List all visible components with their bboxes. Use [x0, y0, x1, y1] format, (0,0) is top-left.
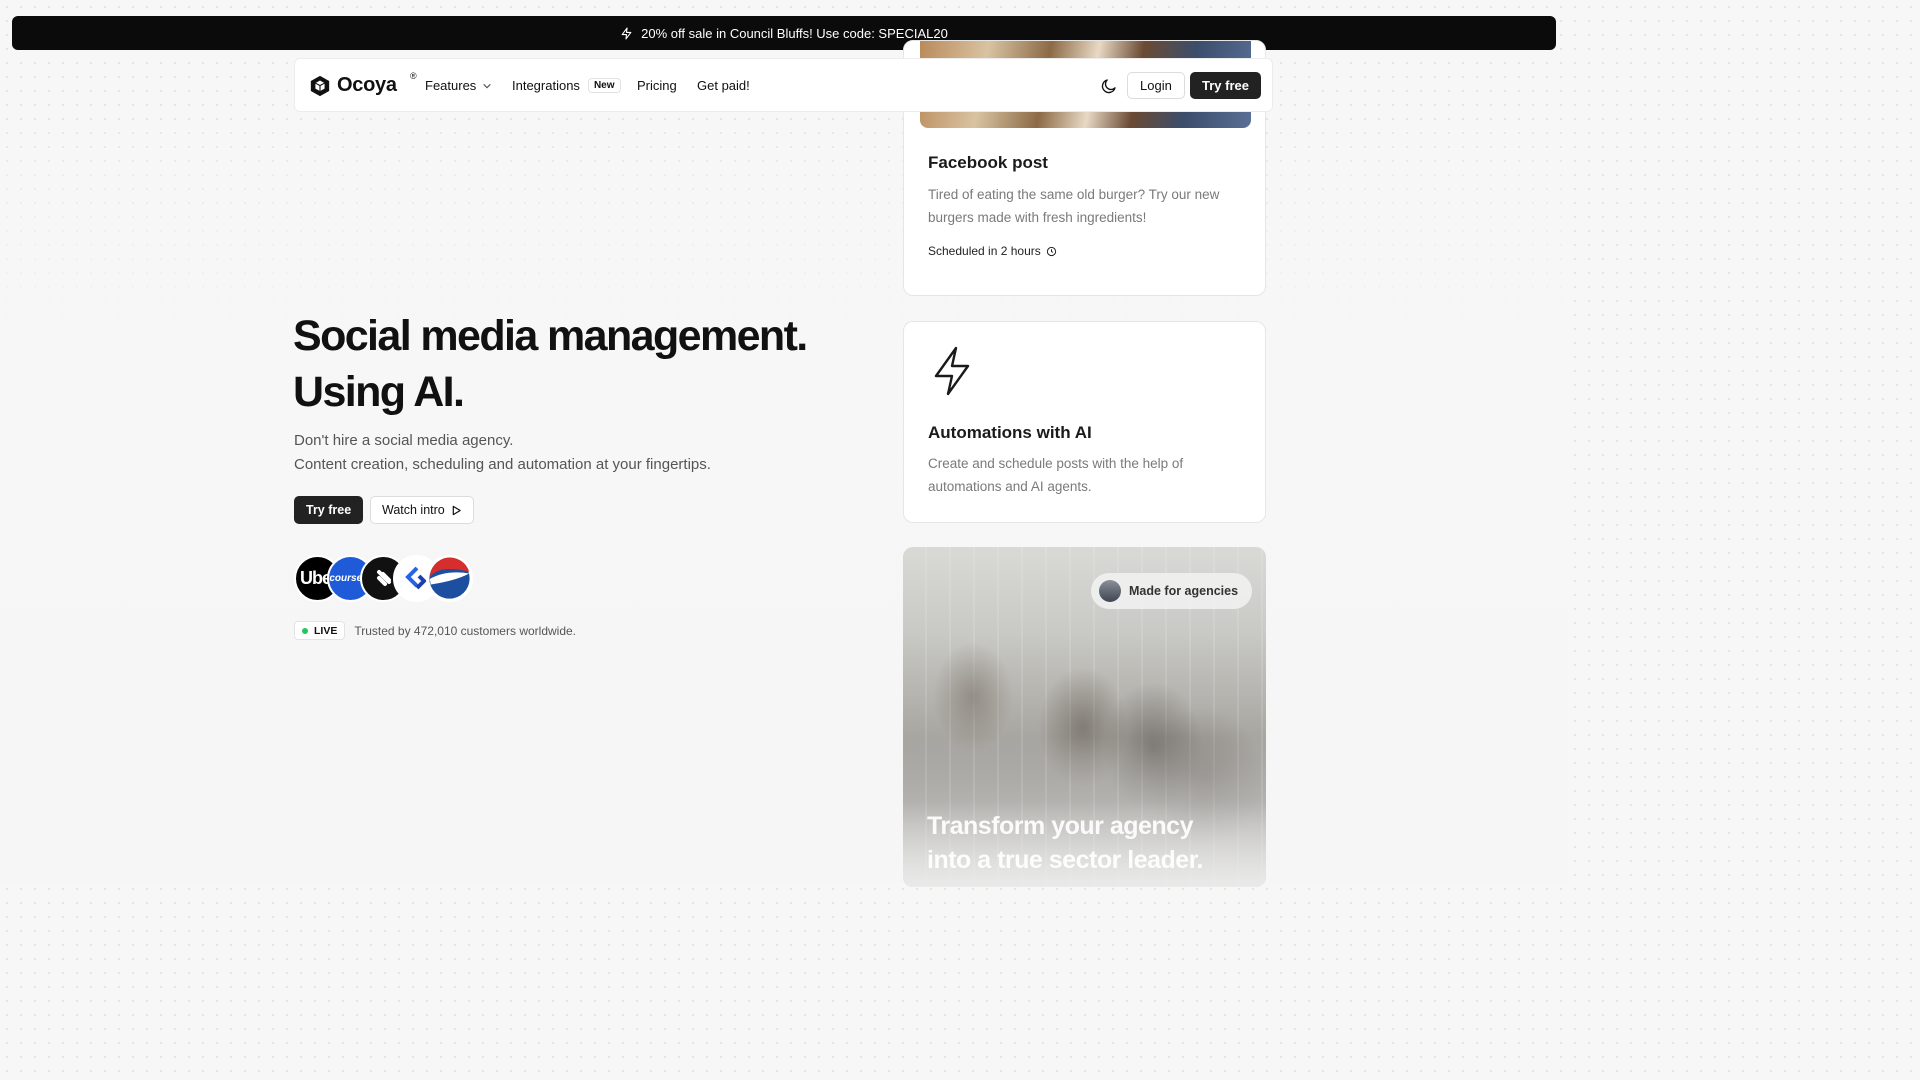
automations-title: Automations with AI [928, 423, 1092, 442]
promo-text: 20% off sale in Council Bluffs! Use code… [641, 25, 948, 41]
moon-icon[interactable] [1100, 77, 1118, 95]
customer-logos: Uber coursera [294, 555, 474, 603]
automations-description: Create and schedule posts with the help … [928, 456, 1184, 494]
scheduled-status: Scheduled in 2 hours [928, 244, 1057, 258]
nav-pricing[interactable]: Pricing [637, 78, 677, 93]
agency-card: Made for agencies Transform your agency … [903, 547, 1266, 887]
navbar: Ocoya ® Features Integrations New Pricin… [294, 58, 1273, 112]
live-status-row: LIVE Trusted by 472,010 customers worldw… [294, 621, 576, 640]
live-badge: LIVE [294, 621, 346, 640]
nav-get-paid[interactable]: Get paid! [697, 78, 750, 93]
new-badge: New [587, 78, 621, 93]
nav-integrations-label: Integrations [512, 78, 580, 93]
scheduled-text: Scheduled in 2 hours [928, 244, 1041, 258]
watch-intro-label: Watch intro [382, 503, 445, 517]
chevron-down-icon [483, 83, 492, 88]
promo-banner[interactable]: 20% off sale in Council Bluffs! Use code… [12, 16, 1556, 50]
pepsi-logo [426, 555, 473, 602]
play-icon [452, 505, 461, 515]
nav-pricing-label: Pricing [637, 78, 677, 93]
live-dot [302, 627, 308, 634]
registered-mark: ® [410, 71, 417, 81]
login-button[interactable]: Login [1127, 72, 1185, 99]
hero-title-line1: Social media management. [293, 312, 808, 360]
background-fade [0, 120, 1568, 882]
facebook-post-description: Tired of eating the same old burger? Try… [928, 187, 1220, 225]
lightning-icon [934, 346, 970, 396]
agency-badge: Made for agencies [1091, 573, 1253, 609]
live-label: LIVE [314, 624, 338, 637]
hero-subtitle: Don't hire a social media agency. Conten… [294, 429, 711, 477]
hero-title: Social media management. Using AI. [293, 308, 893, 420]
hero-subtitle-line1: Don't hire a social media agency. [294, 432, 514, 449]
nav-features[interactable]: Features [425, 78, 492, 93]
facebook-post-title: Facebook post [928, 153, 1048, 172]
hero-title-line2: Using AI. [293, 368, 465, 416]
avatar [1099, 580, 1121, 602]
try-free-button[interactable]: Try free [1190, 72, 1261, 99]
watch-intro-button[interactable]: Watch intro [370, 496, 474, 524]
nav-integrations[interactable]: Integrations New [512, 78, 621, 93]
hero-try-free-button[interactable]: Try free [294, 496, 364, 524]
nav-features-label: Features [425, 78, 477, 93]
cube-logo-icon [310, 75, 330, 96]
logo[interactable]: Ocoya ® [309, 71, 417, 97]
trusted-text: Trusted by 472,010 customers worldwide. [354, 623, 577, 638]
lightning-icon [621, 27, 632, 39]
clock-icon [1046, 246, 1056, 256]
nav-get-paid-label: Get paid! [697, 78, 750, 93]
agency-badge-label: Made for agencies [1129, 584, 1239, 598]
logo-text: Ocoya [337, 74, 397, 96]
automations-card: Automations with AI Create and schedule … [903, 321, 1266, 523]
agency-headline: Transform your agency into a true sector… [927, 812, 1204, 874]
hero-subtitle-line2: Content creation, scheduling and automat… [294, 456, 711, 473]
